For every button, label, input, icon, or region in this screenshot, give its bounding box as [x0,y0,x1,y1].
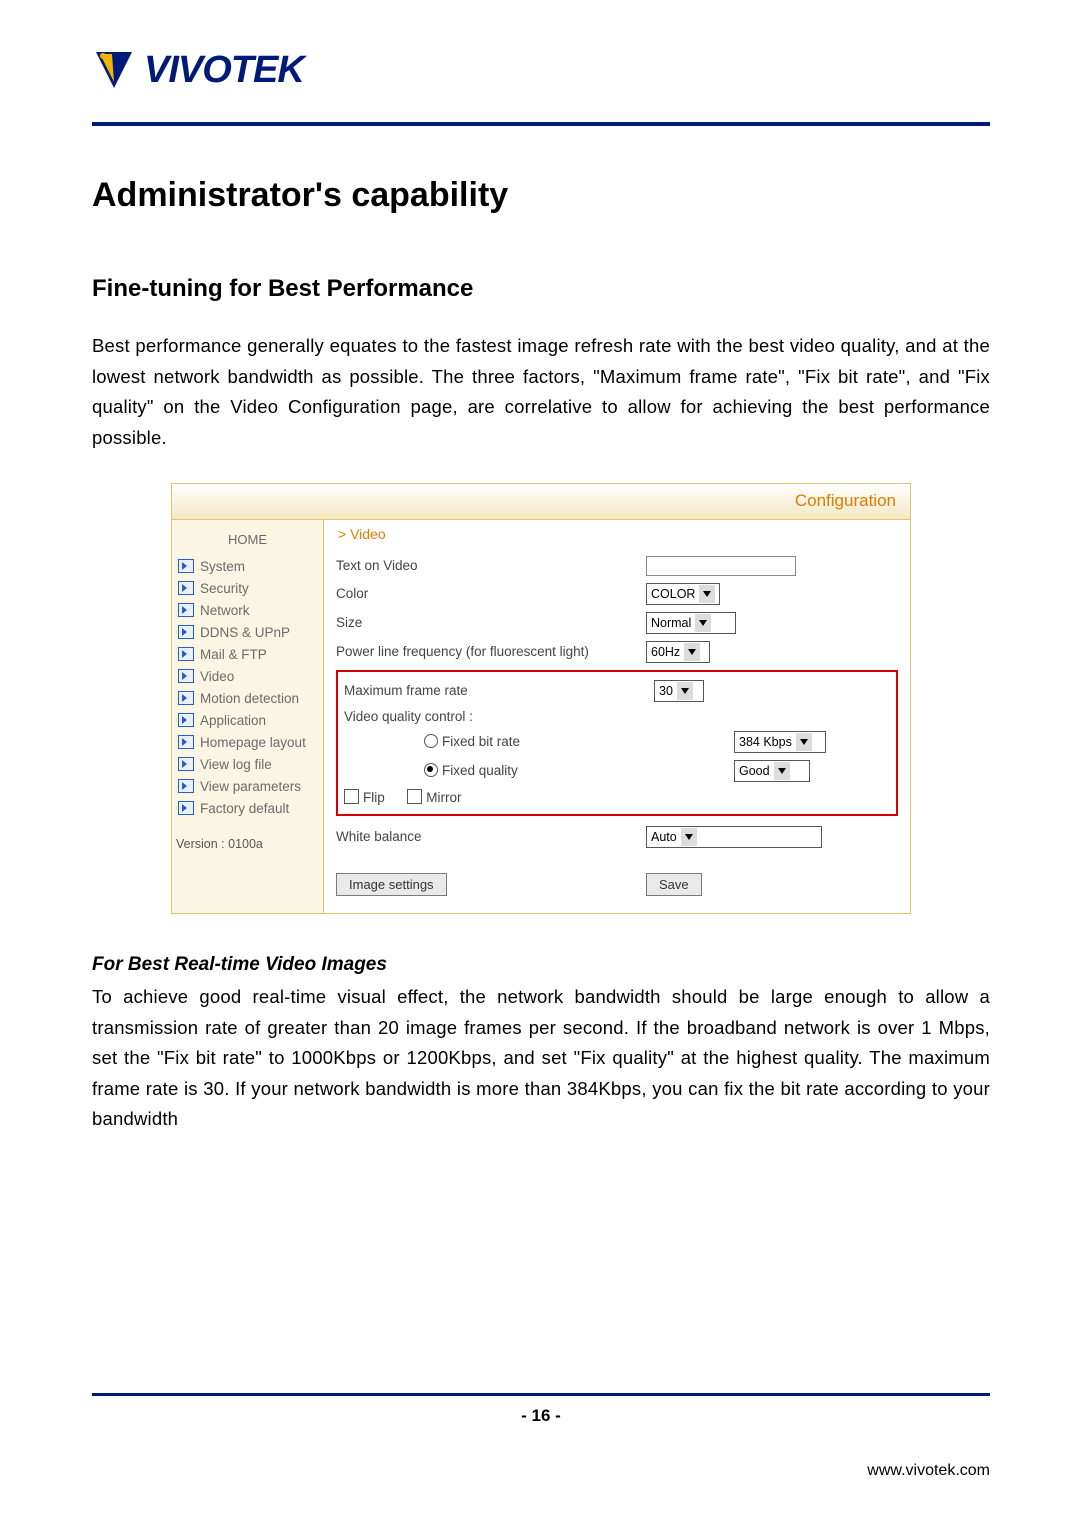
sidebar-item-motion[interactable]: Motion detection [176,687,319,709]
sidebar-item-mail-ftp[interactable]: Mail & FTP [176,643,319,665]
flip-mirror-row: Flip Mirror [344,789,654,805]
radio-label: Fixed quality [442,763,518,778]
intro-paragraph: Best performance generally equates to th… [92,331,990,453]
arrow-icon [178,757,194,771]
fixed-bit-rate-radio[interactable] [424,734,438,748]
arrow-icon [178,735,194,749]
sidebar-home[interactable]: HOME [176,526,319,555]
arrow-icon [178,801,194,815]
label-text-on-video: Text on Video [336,558,646,573]
sidebar-item-label: System [200,559,245,574]
color-select[interactable]: COLOR [646,583,720,605]
size-select[interactable]: Normal [646,612,736,634]
fq-select[interactable]: Good [734,760,810,782]
label-wb: White balance [336,829,646,844]
image-settings-button[interactable]: Image settings [336,873,447,896]
arrow-icon [178,559,194,573]
highlight-box: Maximum frame rate 30 Video quality cont… [336,670,898,816]
sidebar-item-label: Network [200,603,250,618]
sidebar-item-homepage-layout[interactable]: Homepage layout [176,731,319,753]
sidebar-item-security[interactable]: Security [176,577,319,599]
select-value: 384 Kbps [739,735,792,749]
sidebar-item-ddns-upnp[interactable]: DDNS & UPnP [176,621,319,643]
select-value: Auto [651,830,677,844]
arrow-icon [178,669,194,683]
plf-select[interactable]: 60Hz [646,641,710,663]
save-button[interactable]: Save [646,873,702,896]
arrow-icon [178,691,194,705]
sidebar-item-label: Mail & FTP [200,647,267,662]
realtime-paragraph: To achieve good real-time visual effect,… [92,982,990,1135]
arrow-icon [178,779,194,793]
sidebar-item-label: View log file [200,757,272,772]
label-mfr: Maximum frame rate [344,683,654,698]
chevron-down-icon [774,762,790,780]
logo-mark-icon [92,48,136,92]
page-footer: - 16 - www.vivotek.com [92,1393,990,1480]
arrow-icon [178,603,194,617]
sidebar-item-label: Video [200,669,234,684]
arrow-icon [178,713,194,727]
logo-text: VIVOTEK [144,49,304,92]
mfr-select[interactable]: 30 [654,680,704,702]
sidebar-item-label: View parameters [200,779,301,794]
arrow-icon [178,625,194,639]
breadcrumb: > Video [336,520,898,552]
footer-rule [92,1393,990,1396]
text-on-video-input[interactable] [646,556,796,576]
subsection-heading: For Best Real-time Video Images [92,954,990,976]
page-title: Administrator's capability [92,176,990,215]
page-number: - 16 - [92,1406,990,1426]
sidebar-item-label: Homepage layout [200,735,306,750]
sidebar-item-video[interactable]: Video [176,665,319,687]
sidebar: HOME System Security Network DDNS & UPnP… [172,520,324,913]
section-heading: Fine-tuning for Best Performance [92,275,990,303]
checkbox-label: Mirror [426,790,461,805]
config-main: > Video Text on Video Color COLOR Size N… [324,520,910,913]
checkbox-label: Flip [363,790,385,805]
flip-checkbox[interactable] [344,789,359,804]
sidebar-item-label: Application [200,713,266,728]
sidebar-item-view-params[interactable]: View parameters [176,775,319,797]
chevron-down-icon [699,585,715,603]
select-value: 60Hz [651,645,680,659]
fbr-select[interactable]: 384 Kbps [734,731,826,753]
sidebar-item-system[interactable]: System [176,555,319,577]
sidebar-item-label: Motion detection [200,691,299,706]
select-value: Good [739,764,770,778]
label-fq: Fixed quality [344,763,734,778]
sidebar-item-application[interactable]: Application [176,709,319,731]
config-screenshot: Configuration HOME System Security Netwo… [171,483,911,914]
arrow-icon [178,647,194,661]
radio-label: Fixed bit rate [442,734,520,749]
chevron-down-icon [677,682,693,700]
sidebar-item-label: Factory default [200,801,289,816]
mirror-checkbox[interactable] [407,789,422,804]
select-value: 30 [659,684,673,698]
select-value: Normal [651,616,691,630]
fixed-quality-radio[interactable] [424,763,438,777]
wb-select[interactable]: Auto [646,826,822,848]
label-plf: Power line frequency (for fluorescent li… [336,644,646,659]
sidebar-item-network[interactable]: Network [176,599,319,621]
arrow-icon [178,581,194,595]
chevron-down-icon [796,733,812,751]
site-url: www.vivotek.com [92,1462,990,1480]
panel-title: Configuration [172,484,910,520]
sidebar-item-label: Security [200,581,249,596]
select-value: COLOR [651,587,695,601]
chevron-down-icon [681,828,697,846]
header-rule [92,122,990,126]
sidebar-item-view-log[interactable]: View log file [176,753,319,775]
label-size: Size [336,615,646,630]
sidebar-item-factory-default[interactable]: Factory default [176,797,319,819]
brand-logo: VIVOTEK [92,48,990,92]
chevron-down-icon [695,614,711,632]
label-color: Color [336,586,646,601]
chevron-down-icon [684,643,700,661]
version-label: Version : 0100a [176,819,319,853]
label-vqc: Video quality control : [344,709,654,724]
label-fbr: Fixed bit rate [344,734,734,749]
sidebar-item-label: DDNS & UPnP [200,625,290,640]
